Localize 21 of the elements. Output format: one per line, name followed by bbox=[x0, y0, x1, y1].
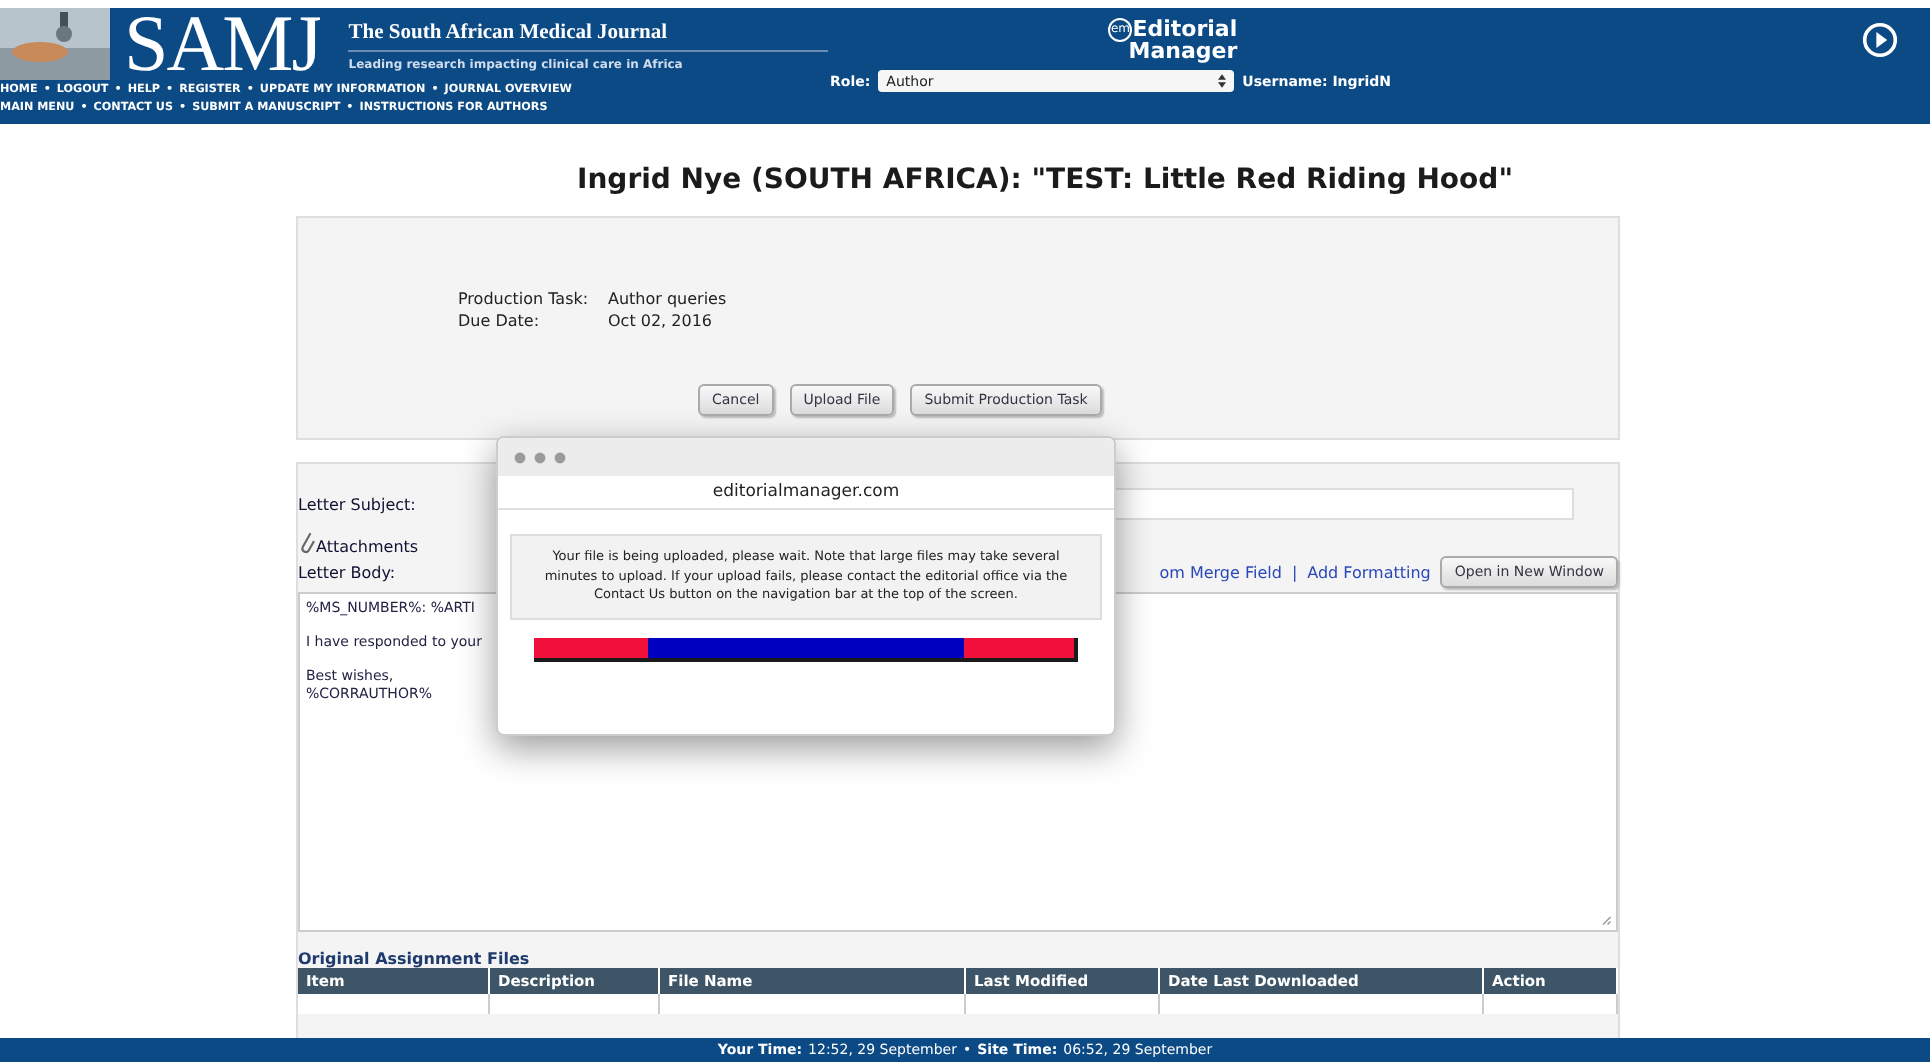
link-separator: | bbox=[1291, 563, 1298, 581]
journal-name: The South African Medical Journal bbox=[348, 22, 829, 52]
page-title: Ingrid Nye (SOUTH AFRICA): "TEST: Little Red Riding Hood" bbox=[575, 164, 1515, 196]
field-label: Production Task: bbox=[458, 288, 591, 310]
body-label: Letter Body: bbox=[298, 563, 396, 581]
dialog-title: editorialmanager.com bbox=[498, 476, 1114, 510]
attachments-label[interactable]: Attachments bbox=[316, 538, 419, 556]
editorial-manager-title: Editorial bbox=[1132, 16, 1238, 42]
section-title: Original Assignment Files bbox=[298, 950, 532, 968]
subject-label: Letter Subject: bbox=[298, 495, 416, 513]
editorial-manager-subtitle: Manager bbox=[1128, 42, 1238, 62]
resize-grip-icon[interactable] bbox=[1600, 914, 1612, 926]
field-value: Author queries bbox=[608, 288, 727, 310]
field-label: Due Date: bbox=[458, 310, 542, 332]
play-icon[interactable] bbox=[1862, 22, 1898, 58]
text-link[interactable]: Add Formatting bbox=[1307, 563, 1431, 581]
paperclip-icon bbox=[298, 528, 316, 556]
text-link[interactable]: om Merge Field bbox=[1159, 563, 1282, 581]
journal-logo: SAMJ bbox=[124, 8, 321, 76]
field-value: Oct 02, 2016 bbox=[608, 310, 712, 332]
updown-icon bbox=[1218, 74, 1227, 88]
